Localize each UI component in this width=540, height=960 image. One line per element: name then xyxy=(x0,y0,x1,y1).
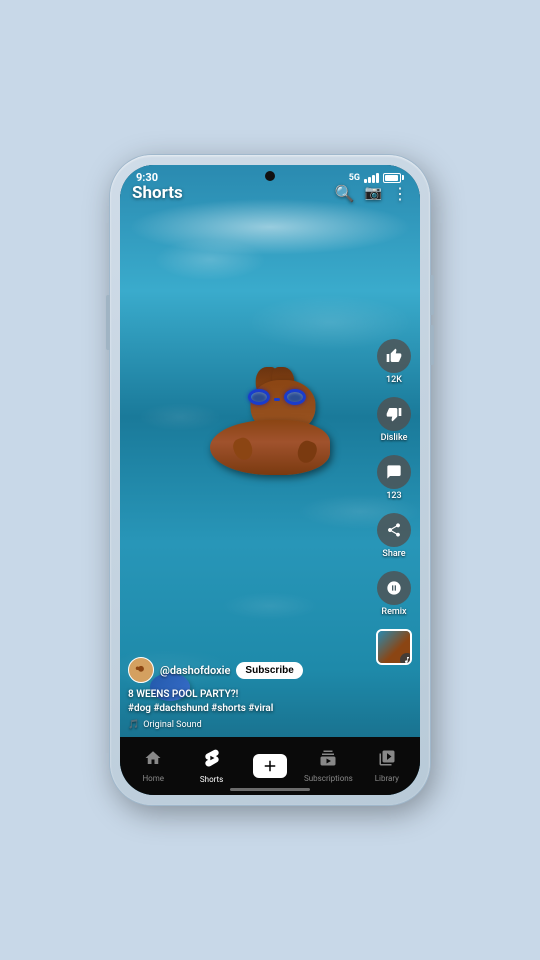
nav-subscriptions-label: Subscriptions xyxy=(304,774,353,783)
status-icons: 5G xyxy=(349,173,404,183)
video-player[interactable]: Shorts 🔍 📷 ⋮ 12K xyxy=(120,165,420,795)
dog-paw-left xyxy=(231,435,255,462)
battery-icon xyxy=(383,173,404,183)
dislike-icon xyxy=(377,397,411,431)
home-indicator xyxy=(230,788,310,791)
volume-down-button xyxy=(430,325,434,365)
goggle-bridge xyxy=(274,398,280,401)
music-label: Original Sound xyxy=(143,720,201,730)
video-description-line1: 8 WEENS POOL PARTY?! #dog #dachshund #sh… xyxy=(128,688,360,716)
goggle-left xyxy=(248,389,270,405)
video-thumbnail-action[interactable] xyxy=(376,629,412,665)
create-button[interactable] xyxy=(253,754,287,778)
remix-label: Remix xyxy=(381,607,406,617)
share-icon xyxy=(377,513,411,547)
subscribe-button[interactable]: Subscribe xyxy=(236,662,302,679)
nav-create[interactable] xyxy=(241,754,299,778)
thumbnail-image xyxy=(376,629,412,665)
camera-notch xyxy=(265,171,275,181)
comment-icon xyxy=(377,455,411,489)
top-bar-actions: 🔍 📷 ⋮ xyxy=(335,184,408,203)
network-type: 5G xyxy=(349,173,360,183)
remix-icon xyxy=(377,571,411,605)
nav-home[interactable]: Home xyxy=(124,749,182,783)
water-splash xyxy=(120,197,420,257)
shorts-icon xyxy=(202,748,222,773)
music-note-icon: 🎵 xyxy=(128,720,139,730)
nav-shorts-label: Shorts xyxy=(200,775,223,784)
power-button xyxy=(430,275,434,315)
page-title: Shorts xyxy=(132,183,183,203)
like-icon xyxy=(377,339,411,373)
subscriptions-icon xyxy=(319,749,337,772)
top-bar: Shorts 🔍 📷 ⋮ xyxy=(120,183,420,203)
camera-icon[interactable]: 📷 xyxy=(365,185,382,201)
like-count: 12K xyxy=(386,375,402,385)
dislike-label: Dislike xyxy=(381,433,408,443)
nav-library-label: Library xyxy=(375,774,399,783)
dog-body xyxy=(210,420,330,475)
library-icon xyxy=(378,749,396,772)
share-label: Share xyxy=(382,549,405,559)
channel-row: @dashofdoxie Subscribe xyxy=(128,657,360,683)
volume-up-button xyxy=(106,295,110,350)
dislike-button[interactable]: Dislike xyxy=(377,397,411,443)
music-row: 🎵 Original Sound xyxy=(128,720,360,730)
bottom-navigation: Home Shorts xyxy=(120,737,420,795)
phone-screen: 9:30 5G xyxy=(120,165,420,795)
nav-shorts[interactable]: Shorts xyxy=(182,748,240,784)
side-actions: 12K Dislike xyxy=(376,339,412,665)
home-icon xyxy=(144,749,162,772)
remix-button[interactable]: Remix xyxy=(377,571,411,617)
nav-subscriptions[interactable]: Subscriptions xyxy=(299,749,357,783)
more-options-icon[interactable]: ⋮ xyxy=(392,184,408,203)
search-icon[interactable]: 🔍 xyxy=(335,184,355,203)
share-button[interactable]: Share xyxy=(377,513,411,559)
goggle-right xyxy=(284,389,306,405)
like-button[interactable]: 12K xyxy=(377,339,411,385)
signal-icon xyxy=(364,173,379,183)
dog-paw-right xyxy=(294,438,318,465)
channel-handle: @dashofdoxie xyxy=(160,664,230,677)
nav-home-label: Home xyxy=(142,774,164,783)
phone-frame: 9:30 5G xyxy=(110,155,430,805)
video-info: @dashofdoxie Subscribe 8 WEENS POOL PART… xyxy=(128,657,360,730)
comment-count: 123 xyxy=(386,491,401,501)
dog-goggles xyxy=(248,389,306,405)
channel-avatar xyxy=(128,657,154,683)
dog-figure xyxy=(180,365,360,495)
nav-library[interactable]: Library xyxy=(358,749,416,783)
comments-button[interactable]: 123 xyxy=(377,455,411,501)
